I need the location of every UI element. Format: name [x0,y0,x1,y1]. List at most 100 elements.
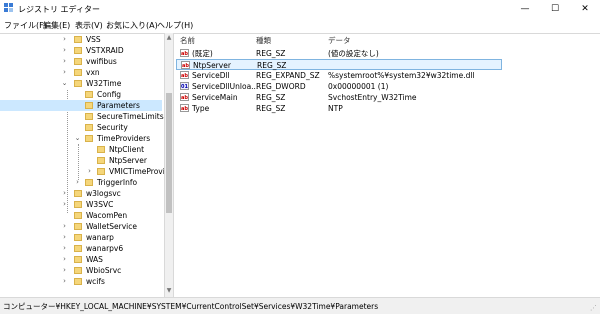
value-name: Type [192,104,210,113]
scroll-up-icon[interactable]: ▲ [165,34,173,42]
value-type: REG_SZ [256,93,286,102]
tree-item-label: W32Time [86,79,122,88]
expand-icon[interactable]: › [61,221,68,232]
value-data: SvchostEntry_W32Time [328,93,417,102]
resize-grip-icon[interactable]: ⋰ [590,304,598,312]
value-row[interactable]: 01 ServiceDllUnloa... REG_DWORD 0x000000… [176,81,502,92]
title-bar: レジストリ エディター — ☐ ✕ [0,0,600,18]
value-data: %systemroot%¥system32¥w32time.dll [328,71,475,80]
tree-item-label: WAS [86,255,103,264]
value-row[interactable]: ab ServiceMain REG_SZ SvchostEntry_W32Ti… [176,92,502,103]
close-button[interactable]: ✕ [570,0,600,18]
tree-item-wanarp[interactable]: › wanarp [0,232,162,243]
tree-item-label: Parameters [97,101,140,110]
expand-icon[interactable]: › [86,166,93,177]
expand-icon[interactable]: › [61,199,68,210]
tree-item-label: wanarp [86,233,114,242]
tree-item-label: vxn [86,68,100,77]
tree-item-ntpclient[interactable]: NtpClient [0,144,162,155]
folder-icon [74,80,82,87]
tree-item-triggerinfo[interactable]: › TriggerInfo [0,177,162,188]
tree-item-wacompen[interactable]: WacomPen [0,210,162,221]
tree-item-label: SecureTimeLimits [97,112,164,121]
menu-help[interactable]: ヘルプ(H) [157,20,193,31]
tree-item-wbiosrvc[interactable]: › WbioSrvc [0,265,162,276]
tree-item-vwifibus[interactable]: › vwifibus [0,56,162,67]
tree-item-vmictimeprovider[interactable]: › VMICTimeProvic [0,166,164,177]
tree-item-w32time[interactable]: ⌄ W32Time [0,78,162,89]
column-header-type[interactable]: 種類 [256,35,271,46]
expand-icon[interactable]: › [61,265,68,276]
tree-item-label: NtpServer [109,156,147,165]
expand-icon[interactable]: › [74,177,81,188]
collapse-icon[interactable]: ⌄ [74,133,81,144]
expand-icon[interactable]: › [61,276,68,287]
expand-icon[interactable]: › [61,243,68,254]
tree-item-label: TimeProviders [97,134,151,143]
folder-icon [85,179,93,186]
tree-item-label: W3SVC [86,200,114,209]
folder-icon [85,124,93,131]
tree-item-security[interactable]: Security [0,122,162,133]
folder-icon [74,36,82,43]
values-list[interactable]: 名前 種類 データ ab (既定) REG_SZ (値の設定なし) ab Ntp… [174,33,600,298]
string-value-icon: ab [180,49,189,57]
expand-icon[interactable]: › [61,67,68,78]
menu-view[interactable]: 表示(V) [75,20,103,31]
tree-item-w3svc[interactable]: › W3SVC [0,199,162,210]
tree-item-walletservice[interactable]: › WalletService [0,221,162,232]
value-name: ServiceMain [192,93,238,102]
tree-item-label: wanarpv6 [86,244,124,253]
value-name: ServiceDll [192,71,230,80]
tree-item-vstxraid[interactable]: › VSTXRAID [0,45,162,56]
tree-item-ntpserver[interactable]: NtpServer [0,155,162,166]
collapse-icon[interactable]: ⌄ [61,78,68,89]
menu-file[interactable]: ファイル(F) [4,20,47,31]
tree-item-was[interactable]: › WAS [0,254,162,265]
tree-scrollbar[interactable]: ▲ ▼ [164,33,173,297]
folder-icon [74,201,82,208]
tree-item-config[interactable]: Config [0,89,162,100]
tree-item-wanarpv6[interactable]: › wanarpv6 [0,243,162,254]
value-row[interactable]: ab (既定) REG_SZ (値の設定なし) [176,48,502,59]
tree-item-label: w3logsvc [86,189,121,198]
expand-icon[interactable]: › [61,56,68,67]
tree-item-wcifs[interactable]: › wcifs [0,276,162,287]
tree-item-label: TriggerInfo [97,178,138,187]
menu-favorites[interactable]: お気に入り(A) [106,20,158,31]
string-value-icon: ab [180,104,189,112]
tree-item-parameters[interactable]: Parameters [0,100,162,111]
tree-item-label: NtpClient [109,145,145,154]
column-header-data[interactable]: データ [328,35,351,46]
maximize-button[interactable]: ☐ [540,0,570,18]
tree-item-w3logsvc[interactable]: › w3logsvc [0,188,162,199]
folder-icon [74,47,82,54]
tree-item-timeproviders[interactable]: ⌄ TimeProviders [0,133,162,144]
tree-item-vss[interactable]: › VSS [0,34,162,45]
expand-icon[interactable]: › [61,188,68,199]
key-path: コンピューター¥HKEY_LOCAL_MACHINE¥SYSTEM¥Curren… [3,302,379,311]
expand-icon[interactable]: › [61,34,68,45]
scrollbar-thumb[interactable] [166,93,172,213]
folder-icon [74,69,82,76]
value-row[interactable]: ab Type REG_SZ NTP [176,103,502,114]
tree-item-securetimelimits[interactable]: SecureTimeLimits [0,111,164,122]
value-row[interactable]: ab NtpServer REG_SZ [176,59,502,70]
expand-icon[interactable]: › [61,45,68,56]
expand-icon[interactable]: › [61,232,68,243]
scroll-down-icon[interactable]: ▼ [165,287,173,295]
tree-item-label: WacomPen [86,211,128,220]
minimize-button[interactable]: — [510,0,540,18]
tree-item-vxn[interactable]: › vxn [0,67,162,78]
value-data: NTP [328,104,343,113]
value-row[interactable]: ab ServiceDll REG_EXPAND_SZ %systemroot%… [176,70,502,81]
tree-item-label: VSTXRAID [86,46,124,55]
status-bar: コンピューター¥HKEY_LOCAL_MACHINE¥SYSTEM¥Curren… [0,297,600,314]
folder-icon [97,157,105,164]
column-header-name[interactable]: 名前 [180,35,195,46]
folder-icon [74,58,82,65]
string-value-icon: ab [180,93,189,101]
expand-icon[interactable]: › [61,254,68,265]
menu-edit[interactable]: 編集(E) [43,20,70,31]
key-tree[interactable]: › VSS › VSTXRAID › vwifibus › vxn ⌄ W32T… [0,33,164,298]
